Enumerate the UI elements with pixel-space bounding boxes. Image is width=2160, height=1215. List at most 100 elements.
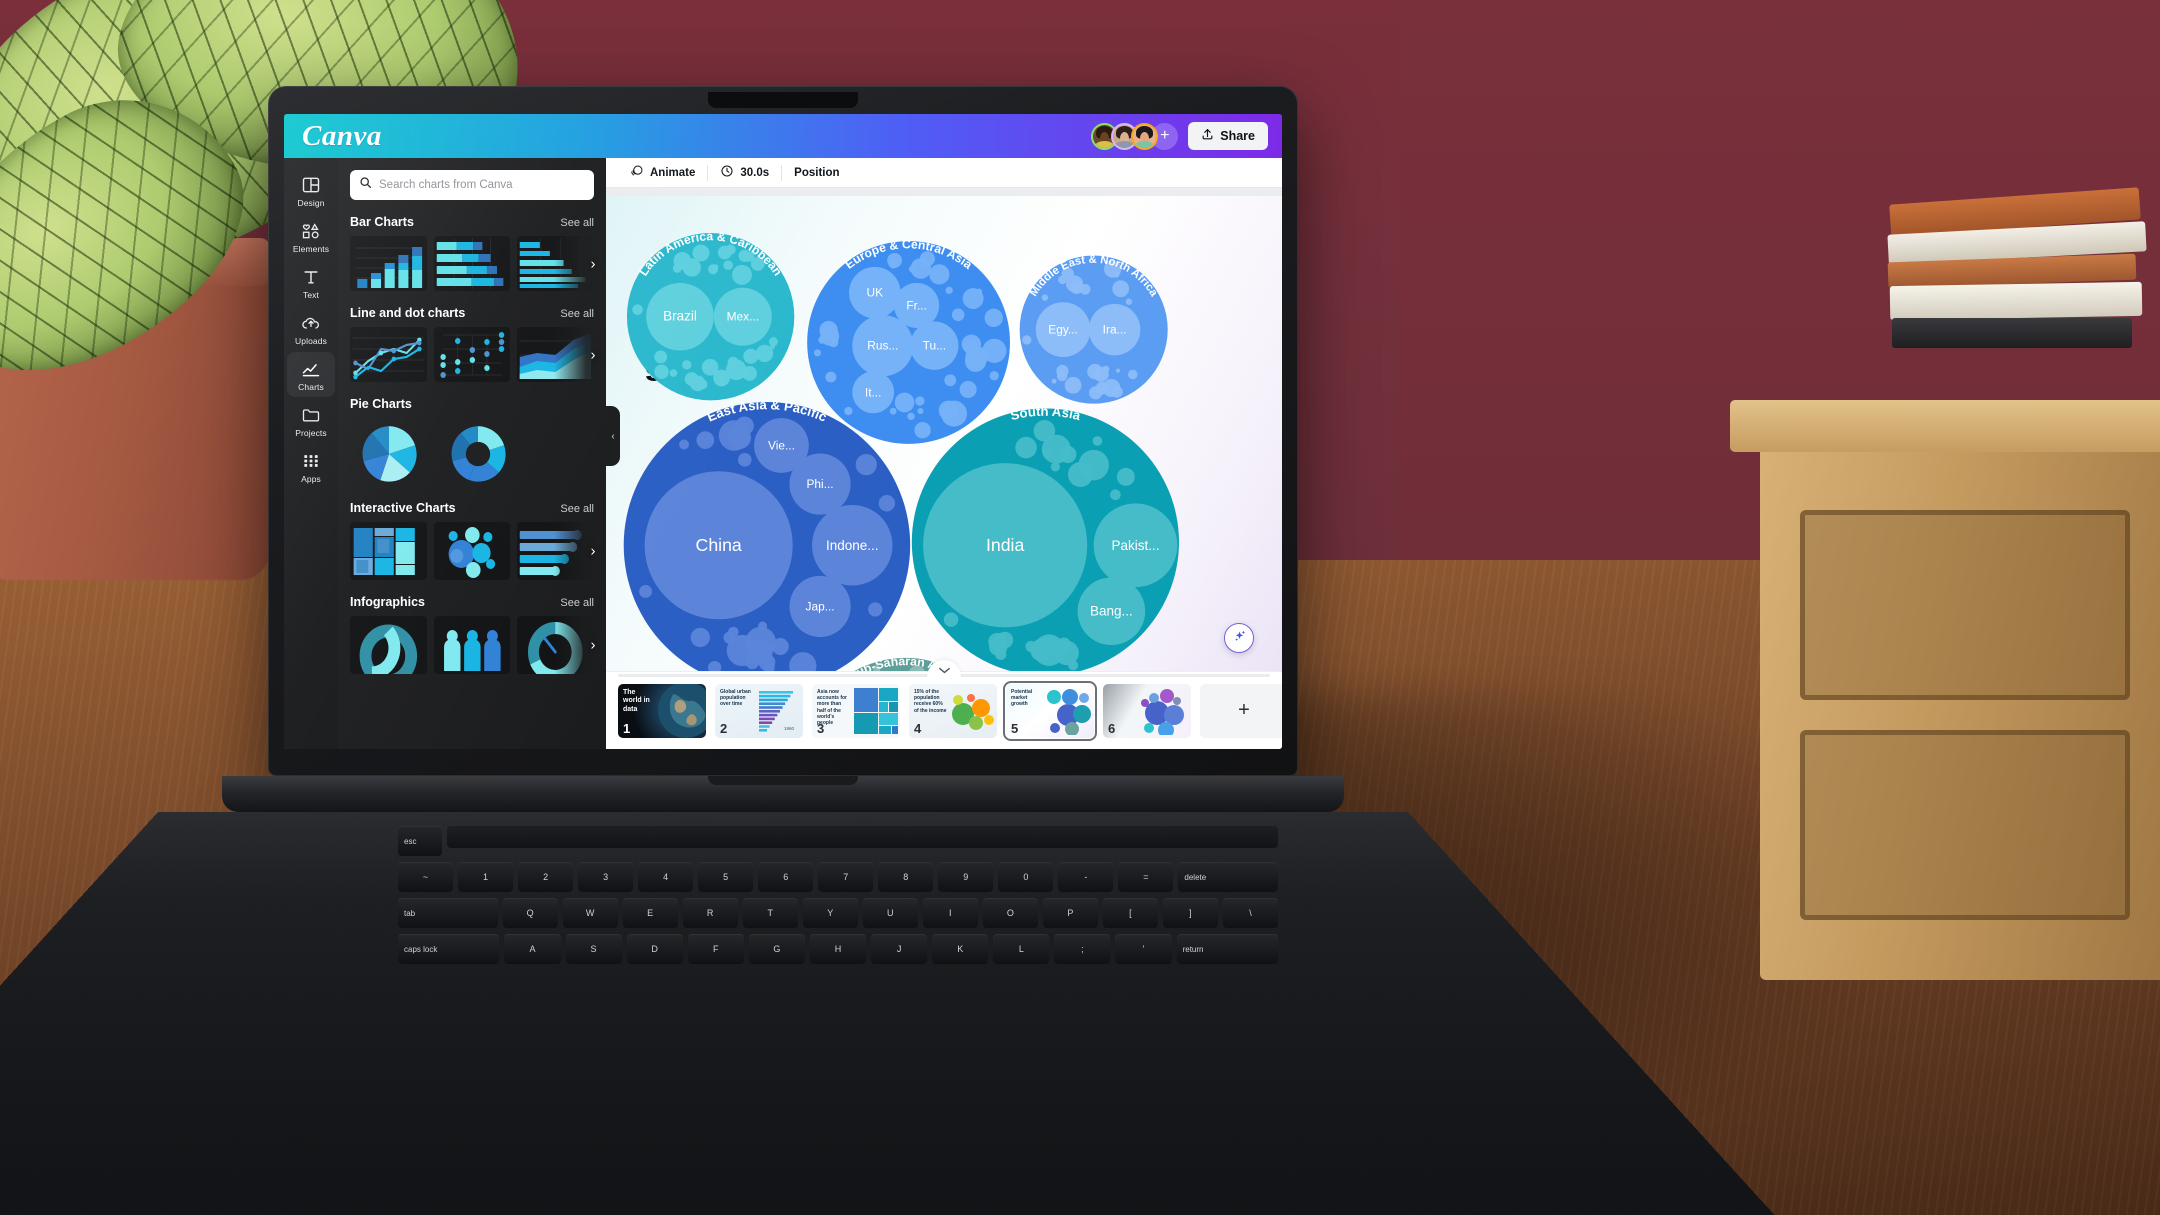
page-thumbnail-4[interactable]: 15% of the population receive 60% of the… xyxy=(909,683,997,738)
keyboard-key[interactable]: return xyxy=(1176,934,1278,964)
sidebar-item-projects[interactable]: Projects xyxy=(287,398,335,443)
keyboard-key[interactable]: Y xyxy=(802,898,858,928)
chart-thumbnail-treemap[interactable] xyxy=(350,522,427,580)
keyboard-key[interactable]: = xyxy=(1118,862,1174,892)
sidebar-item-uploads[interactable]: Uploads xyxy=(287,306,335,351)
add-page-button[interactable]: + xyxy=(1200,683,1282,738)
sidebar-item-elements[interactable]: Elements xyxy=(287,214,335,259)
next-arrow-line-charts[interactable]: › xyxy=(585,346,601,363)
keyboard-key[interactable]: U xyxy=(862,898,918,928)
chart-thumbnail-dot[interactable] xyxy=(433,327,511,382)
canva-logo[interactable]: Canva xyxy=(302,120,382,153)
keyboard-key[interactable]: H xyxy=(809,934,867,964)
keyboard-key[interactable]: 4 xyxy=(638,862,694,892)
chart-thumbnail-progress-ring[interactable] xyxy=(350,616,427,674)
keyboard-key[interactable]: P xyxy=(1042,898,1098,928)
see-all-link[interactable]: See all xyxy=(560,217,594,229)
keyboard-key[interactable]: 0 xyxy=(998,862,1054,892)
see-all-link[interactable]: See all xyxy=(560,597,594,609)
chart-thumbnail-pictogram[interactable] xyxy=(433,616,511,674)
chart-thumbnail-line[interactable] xyxy=(350,327,427,382)
keyboard-key[interactable]: W xyxy=(562,898,618,928)
keyboard-key[interactable]: \ xyxy=(1222,898,1278,928)
page-thumbnail-5[interactable]: Potential market growth 5 xyxy=(1003,680,1097,741)
keyboard-key[interactable]: O xyxy=(982,898,1038,928)
keyboard-key[interactable]: 9 xyxy=(938,862,994,892)
duration-button[interactable]: 30.0s xyxy=(708,162,781,184)
animate-button[interactable]: Animate xyxy=(618,162,707,184)
sidebar-item-apps[interactable]: Apps xyxy=(287,444,335,489)
chart-thumbnail-hbar[interactable] xyxy=(517,236,595,291)
chart-thumbnail-column[interactable] xyxy=(350,236,427,291)
keyboard-key[interactable]: tab xyxy=(398,898,498,928)
next-arrow-bar-charts[interactable]: › xyxy=(585,255,601,272)
keyboard-key[interactable]: K xyxy=(932,934,989,964)
chart-thumbnail-bar-race[interactable] xyxy=(517,522,595,580)
page-thumbnail-title: The world in data xyxy=(623,688,650,714)
keyboard-key[interactable]: 3 xyxy=(578,862,634,892)
keyboard-key[interactable]: ' xyxy=(1115,934,1172,964)
slide-canvas[interactable]: Potential market growth Latin America & … xyxy=(606,196,1282,671)
chart-thumbnail-stacked-bar[interactable] xyxy=(433,236,511,291)
keyboard-key[interactable]: I xyxy=(922,898,978,928)
page-thumbnail-2[interactable]: 1960 Global urban population over time 2 xyxy=(715,683,803,738)
keyboard-key[interactable]: caps lock xyxy=(398,934,500,964)
page-thumbnail-1[interactable]: The world in data 1 xyxy=(618,683,706,738)
bubble-label: Fr... xyxy=(906,298,927,312)
sidebar-item-design[interactable]: Design xyxy=(287,168,335,213)
keyboard-key[interactable]: D xyxy=(626,934,683,964)
keyboard-key[interactable]: esc xyxy=(398,826,442,856)
keyboard-key[interactable]: G xyxy=(748,934,805,964)
keyboard-key[interactable]: Q xyxy=(502,898,558,928)
page-thumbnail-title: Potential market growth xyxy=(1011,688,1033,708)
keyboard-key[interactable]: E xyxy=(622,898,678,928)
page-thumbnail-6[interactable]: 6 xyxy=(1103,683,1191,738)
keyboard-key[interactable]: 2 xyxy=(518,862,574,892)
keyboard-key[interactable]: 8 xyxy=(878,862,934,892)
page-number: 2 xyxy=(720,720,728,736)
keyboard-key[interactable]: L xyxy=(993,934,1050,964)
chart-thumbnail-bubble[interactable] xyxy=(433,522,511,580)
keyboard-key[interactable]: delete xyxy=(1178,862,1278,892)
collapse-panel-button[interactable]: ‹ xyxy=(606,406,620,466)
keyboard-key[interactable]: S xyxy=(565,934,622,964)
magic-sparkle-button[interactable] xyxy=(1224,623,1254,653)
keyboard-key[interactable]: ] xyxy=(1162,898,1218,928)
keyboard-key[interactable]: 6 xyxy=(758,862,814,892)
keyboard-key[interactable]: J xyxy=(871,934,928,964)
see-all-link[interactable]: See all xyxy=(560,503,594,515)
keyboard-key[interactable]: R xyxy=(682,898,738,928)
bubble-label: Indone... xyxy=(826,538,879,553)
chart-thumbnail-donut[interactable] xyxy=(439,422,517,486)
see-all-link[interactable]: See all xyxy=(560,308,594,320)
share-button[interactable]: Share xyxy=(1188,122,1268,150)
share-button-label: Share xyxy=(1220,129,1255,143)
next-arrow-infographics[interactable]: › xyxy=(585,637,601,654)
chart-thumbnail-gauge[interactable] xyxy=(517,616,595,674)
keyboard-key[interactable]: - xyxy=(1058,862,1114,892)
keyboard-key[interactable]: ~ xyxy=(398,862,454,892)
bubble-label: Phi... xyxy=(806,477,833,491)
chart-thumbnail-area[interactable] xyxy=(517,327,595,382)
keyboard-key[interactable]: [ xyxy=(1102,898,1158,928)
keyboard-key[interactable]: F xyxy=(687,934,744,964)
search-input[interactable] xyxy=(379,179,585,191)
section-header-line-dot: Line and dot charts See all xyxy=(338,291,606,327)
position-button[interactable]: Position xyxy=(782,162,851,184)
next-arrow-interactive-charts[interactable]: › xyxy=(585,543,601,560)
avatar[interactable] xyxy=(1131,122,1159,150)
share-upload-icon xyxy=(1201,128,1214,144)
search-bar[interactable] xyxy=(350,170,594,200)
sidebar-item-text[interactable]: Text xyxy=(287,260,335,305)
bubble-label: Ira... xyxy=(1103,323,1127,337)
chart-thumbnail-pie[interactable] xyxy=(350,422,428,486)
bubble-chart[interactable]: Latin America & CaribbeanBrazil Mex...Eur… xyxy=(606,196,1282,671)
keyboard-key[interactable]: 7 xyxy=(818,862,874,892)
keyboard-key[interactable]: A xyxy=(504,934,561,964)
sidebar-item-charts[interactable]: Charts xyxy=(287,352,335,397)
keyboard-key[interactable]: ; xyxy=(1054,934,1111,964)
keyboard-key[interactable]: 1 xyxy=(458,862,514,892)
page-thumbnail-3[interactable]: Asia now accounts for more than half of … xyxy=(812,683,900,738)
keyboard-key[interactable]: T xyxy=(742,898,798,928)
keyboard-key[interactable]: 5 xyxy=(698,862,754,892)
